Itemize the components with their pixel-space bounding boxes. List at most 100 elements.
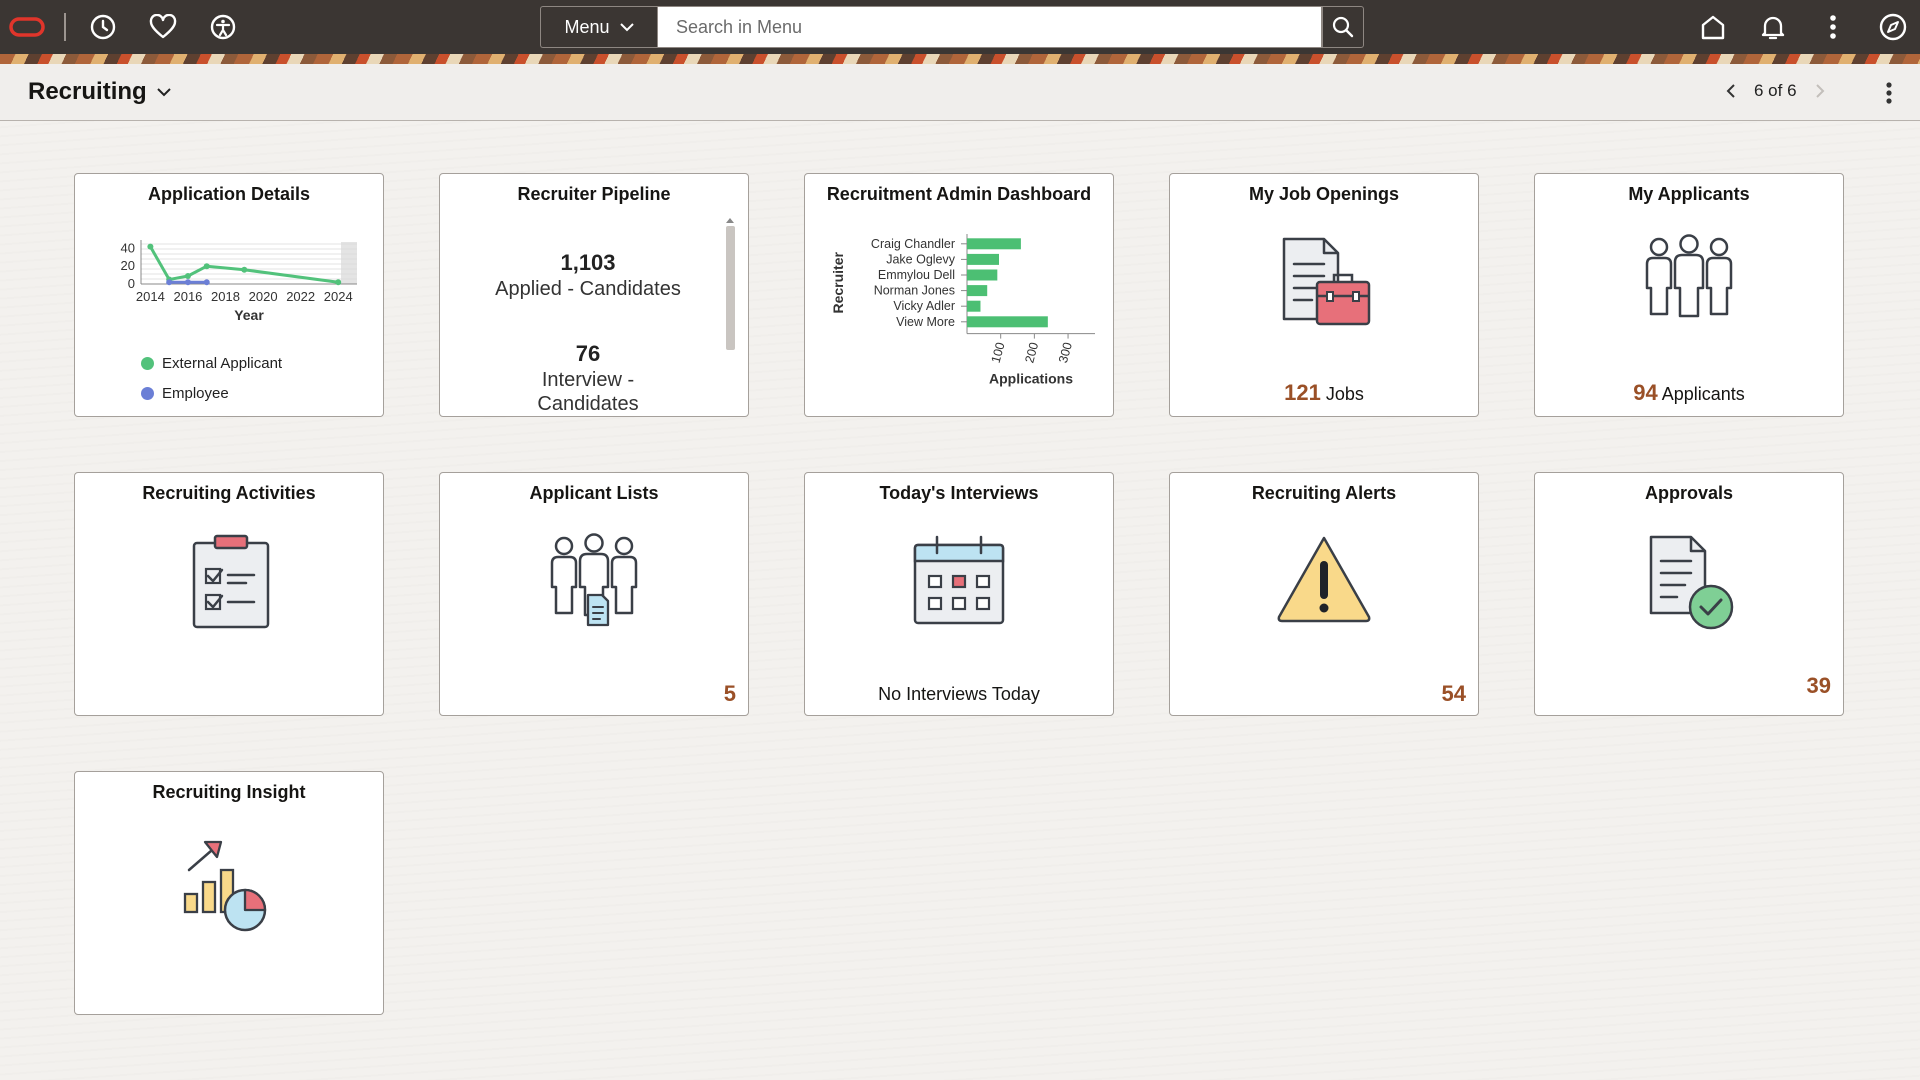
bar	[967, 238, 1021, 250]
tile-title: Application Details	[147, 184, 311, 204]
x-tick-label: 2020	[249, 289, 278, 304]
recent-history-icon[interactable]	[84, 8, 122, 46]
tile-title: Recruiting Insight	[152, 782, 306, 802]
warning-triangle-icon	[1277, 536, 1371, 623]
tile-recruiter-pipeline[interactable]: Recruiter Pipeline 1,103 Applied - Candi…	[439, 173, 749, 417]
menu-label: Menu	[564, 16, 610, 37]
legend-item-employee[interactable]: Employee	[141, 385, 229, 402]
favorites-heart-icon[interactable]	[144, 8, 182, 46]
category-label: Norman Jones	[874, 284, 955, 298]
scroll-up-arrow-icon[interactable]	[726, 218, 734, 223]
category-label: Emmylou Dell	[878, 268, 955, 282]
applied-count: 1,103	[560, 250, 616, 275]
category-label: Vicky Adler	[893, 299, 955, 313]
tile-title: My Job Openings	[1248, 184, 1399, 204]
tile-title: Recruitment Admin Dashboard	[826, 184, 1092, 204]
data-point	[147, 243, 154, 250]
search-button[interactable]	[1322, 6, 1364, 48]
interview-count: 76	[575, 341, 601, 366]
tile-recruiting-insight[interactable]: Recruiting Insight	[74, 771, 384, 1015]
chevron-left-icon[interactable]	[1726, 83, 1736, 99]
x-tick-label: 2016	[173, 289, 202, 304]
icon-container	[1535, 533, 1843, 633]
x-axis-title: Year	[234, 307, 264, 323]
navigator-menu-button[interactable]: Menu	[540, 6, 657, 48]
home-icon[interactable]	[1694, 8, 1732, 46]
category-label: View More	[896, 315, 955, 329]
x-tick-label: 2024	[324, 289, 353, 304]
tile-application-details[interactable]: Application Details 40 20 0 2014 2016 2018 202…	[74, 173, 384, 417]
accessibility-icon[interactable]	[204, 8, 242, 46]
notifications-bell-icon[interactable]	[1754, 8, 1792, 46]
bar	[967, 316, 1048, 328]
tile-title: Applicant Lists	[529, 483, 659, 503]
chevron-down-icon	[156, 87, 171, 96]
tile-title: Recruiting Alerts	[1251, 483, 1397, 503]
homepage-pager: 6 of 6	[1726, 81, 1825, 101]
search-input[interactable]	[657, 6, 1322, 48]
tile-approvals[interactable]: Approvals 39	[1534, 472, 1844, 716]
calendar-icon	[913, 535, 1005, 625]
tile-recruitment-admin-dashboard[interactable]: Recruitment Admin Dashboard Craig Chandl…	[804, 173, 1114, 417]
top-bar: Menu	[0, 0, 1920, 54]
tile-my-job-openings[interactable]: My Job Openings 121 Jobs	[1169, 173, 1479, 417]
y-tick-label: 0	[128, 276, 135, 291]
applicant-list-group-icon	[550, 533, 638, 627]
x-tick-label: 2022	[286, 289, 315, 304]
interview-label: Interview -	[541, 369, 635, 391]
homepage-selector[interactable]: Recruiting	[28, 78, 171, 106]
interview-label: Candidates	[537, 393, 639, 415]
tile-count: 39	[1806, 673, 1831, 698]
icon-container	[440, 533, 748, 629]
icon-container	[1535, 234, 1843, 324]
legend-label: Employee	[162, 385, 229, 402]
divider	[64, 13, 66, 41]
actions-kebab-icon[interactable]	[1814, 8, 1852, 46]
scrollbar[interactable]	[726, 226, 735, 350]
page-actions-kebab-icon[interactable]	[1876, 78, 1902, 108]
icon-container	[1170, 533, 1478, 625]
x-tick-label: 2018	[211, 289, 240, 304]
job-document-briefcase-icon	[1282, 237, 1371, 326]
y-tick-label: 20	[121, 258, 135, 273]
y-axis-title: Recruiter	[830, 252, 846, 314]
tile-recruiting-alerts[interactable]: Recruiting Alerts 54	[1169, 472, 1479, 716]
icon-container	[1170, 234, 1478, 334]
tile-my-applicants[interactable]: My Applicants 94 Applicants	[1534, 173, 1844, 417]
icon-container	[75, 533, 383, 633]
icon-container	[805, 533, 1113, 629]
tile-count-unit: Applicants	[1661, 384, 1745, 404]
y-tick-label: 40	[121, 240, 135, 255]
insight-chart-icon	[183, 840, 267, 932]
page-title: Recruiting	[28, 78, 147, 105]
legend-item-external[interactable]: External Applicant	[141, 355, 282, 372]
data-point	[241, 266, 248, 273]
legend-swatch-blue	[141, 387, 154, 400]
applicants-summary: 94 Applicants	[1535, 380, 1843, 406]
x-tick-label: 200	[1022, 341, 1041, 365]
tile-count: 5	[723, 681, 736, 706]
data-point	[166, 279, 173, 286]
category-label: Jake Oglevy	[886, 252, 956, 266]
data-point	[184, 273, 191, 279]
job-openings-summary: 121 Jobs	[1170, 380, 1478, 406]
tile-title: Recruiting Activities	[142, 483, 316, 503]
tile-applicant-lists[interactable]: Applicant Lists 5	[439, 472, 749, 716]
tile-todays-interviews[interactable]: Today's Interviews No Interviews Today	[804, 472, 1114, 716]
tile-recruiting-activities[interactable]: Recruiting Activities	[74, 472, 384, 716]
x-axis-title: Applications	[989, 371, 1073, 387]
navbar-compass-icon[interactable]	[1874, 8, 1912, 46]
search-icon	[1332, 16, 1354, 38]
data-point	[203, 279, 210, 286]
tile-title: Today's Interviews	[879, 483, 1039, 503]
data-point	[335, 279, 342, 286]
data-point	[184, 279, 191, 286]
icon-container	[75, 832, 383, 932]
bar	[967, 253, 999, 265]
category-label: Craig Chandler	[871, 237, 955, 251]
oracle-logo-icon[interactable]	[8, 8, 46, 46]
recruiter-applications-bar-chart: Craig ChandlerJake Oglevy Emmylou Dell Nor…	[830, 234, 1095, 387]
chevron-right-icon	[1815, 84, 1824, 98]
bar	[967, 269, 998, 281]
tile-count: 94	[1633, 380, 1658, 405]
